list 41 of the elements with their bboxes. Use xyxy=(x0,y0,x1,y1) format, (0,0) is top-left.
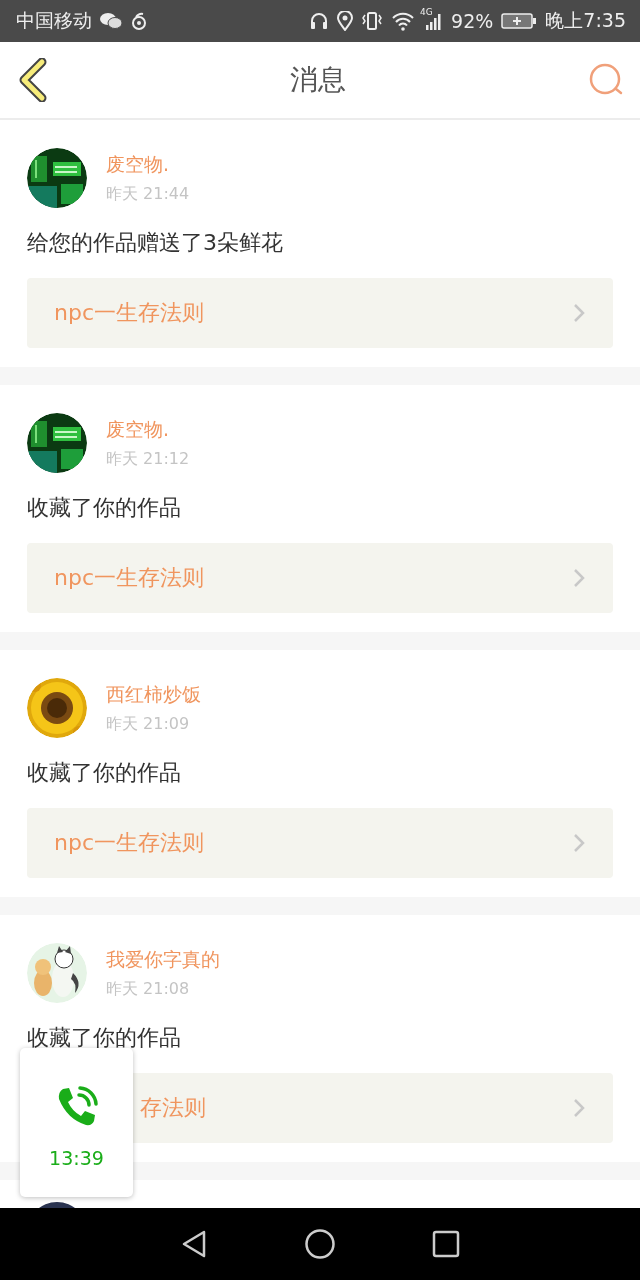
message-text: 收藏了你的作品 xyxy=(27,759,182,787)
back-button[interactable] xyxy=(18,58,48,102)
network-label: 4G xyxy=(420,7,433,17)
message-time: 昨天 21:44 xyxy=(106,183,190,205)
user-name[interactable]: 我爱你字真的 xyxy=(106,946,220,973)
user-name[interactable]: 废空物. xyxy=(106,416,190,443)
message-time: 昨天 21:12 xyxy=(106,448,190,470)
battery-icon xyxy=(501,12,538,30)
message-text: 收藏了你的作品 xyxy=(27,494,182,522)
carrier-name: 中国移动 xyxy=(16,8,92,33)
back-chevron-icon xyxy=(18,58,48,102)
work-title: 存法则 xyxy=(140,1094,206,1122)
work-link[interactable]: npc一生存法则 xyxy=(27,278,613,348)
chevron-right-icon xyxy=(573,833,585,853)
clock-time: 晚上7:35 xyxy=(545,8,626,33)
back-nav-button[interactable] xyxy=(180,1229,208,1259)
page-title: 消息 xyxy=(290,62,346,98)
headphones-icon xyxy=(309,11,330,31)
chevron-right-icon xyxy=(573,568,585,588)
vibrate-icon xyxy=(361,11,384,31)
work-title: npc一生存法则 xyxy=(54,829,204,857)
work-link[interactable]: npc一生存法则 xyxy=(27,543,613,613)
swirl-icon xyxy=(130,12,148,30)
location-pin-icon xyxy=(337,11,354,31)
call-duration: 13:39 xyxy=(49,1146,104,1169)
chevron-right-icon xyxy=(573,303,585,323)
call-toast[interactable]: 13:39 xyxy=(20,1048,133,1197)
message-time: 昨天 21:09 xyxy=(106,713,191,735)
user-name[interactable]: 西红柿炒饭 xyxy=(106,681,201,708)
chevron-right-icon xyxy=(573,1098,585,1118)
chat-bubbles-icon xyxy=(100,12,122,30)
work-link[interactable]: npc一生存法则 xyxy=(27,808,613,878)
work-title: npc一生存法则 xyxy=(54,299,204,327)
message-text: 给您的作品赠送了3朵鲜花 xyxy=(27,229,284,257)
message-time: 昨天 21:08 xyxy=(106,978,191,1000)
home-nav-button[interactable] xyxy=(304,1228,336,1260)
wifi-icon xyxy=(391,11,416,31)
user-name[interactable]: 废空物. xyxy=(106,151,190,178)
recents-nav-button[interactable] xyxy=(432,1230,460,1258)
battery-percent: 92% xyxy=(451,10,494,32)
work-title: npc一生存法则 xyxy=(54,564,204,592)
